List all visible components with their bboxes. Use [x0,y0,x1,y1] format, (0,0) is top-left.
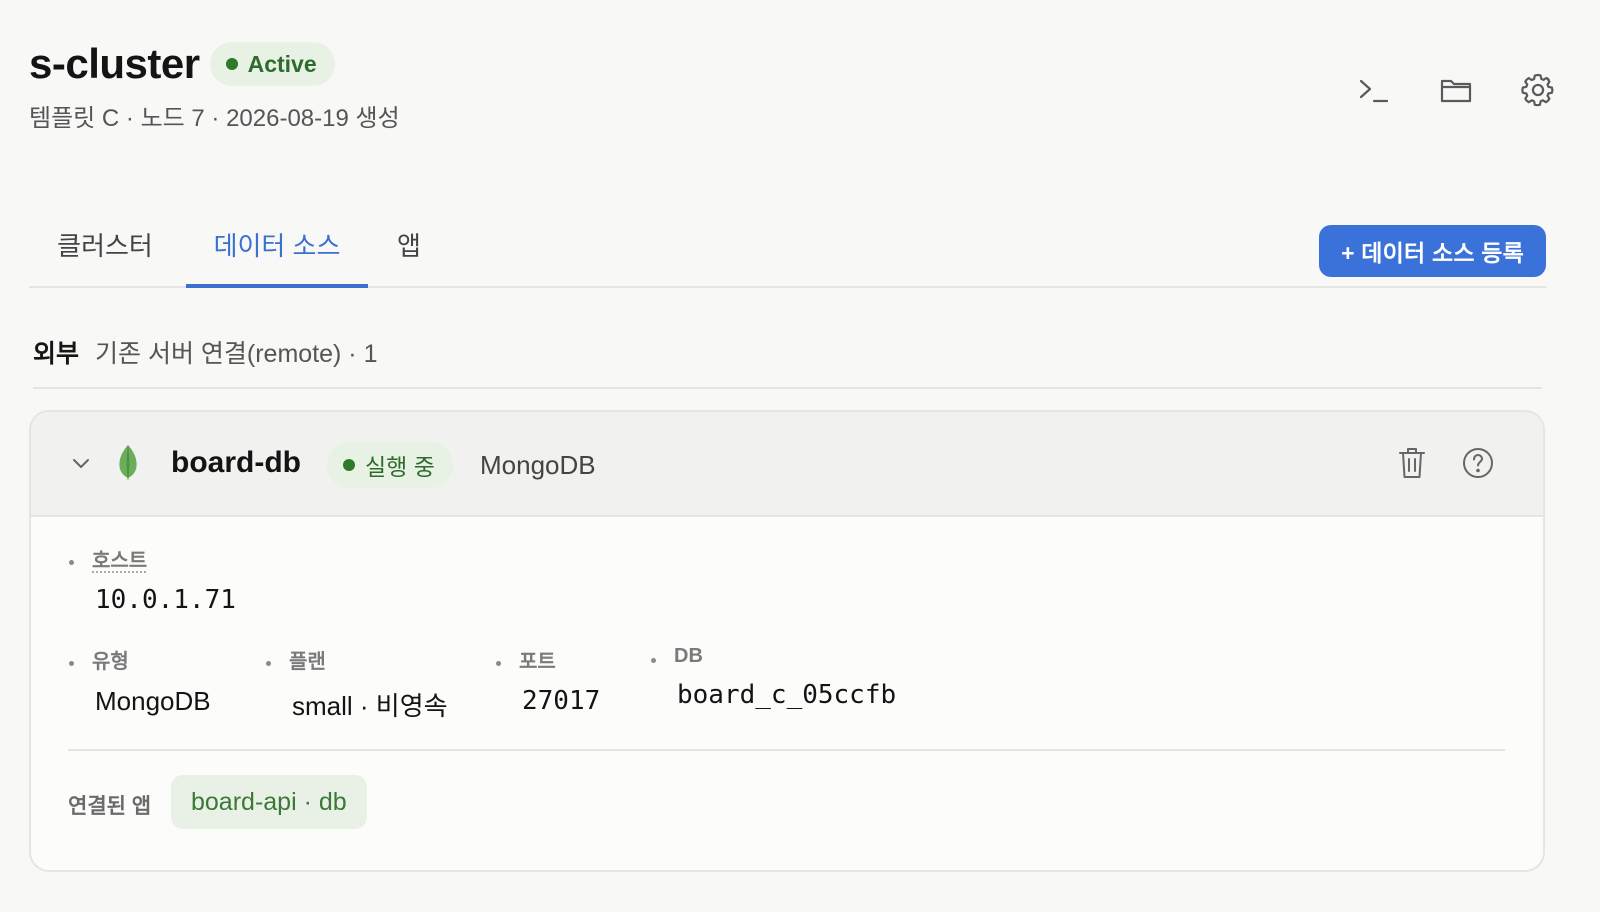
field-port-value: 27017 [522,686,601,716]
field-plan: 플랜 small · 비영속 [266,645,448,723]
trash-icon[interactable] [1397,446,1427,485]
tab-cluster[interactable]: 클러스터 [57,222,153,288]
bullet-icon [69,560,74,565]
field-db-label-text: DB [674,645,703,667]
field-port-label-text: 포트 [519,651,556,673]
field-host-label: 호스트 [69,544,236,573]
status-dot-icon [225,58,238,70]
field-host: 호스트 10.0.1.71 [69,544,236,615]
folder-icon[interactable] [1434,68,1478,112]
bullet-icon [266,661,271,666]
bullet-icon [651,658,656,663]
bullet-icon [496,661,501,666]
bullet-icon [69,661,74,666]
field-port-label: 포트 [496,645,600,674]
terminal-icon[interactable] [1352,68,1396,112]
datasource-card: board-db 실행 중 MongoDB 호스트 10.0.1.71 유형 M… [29,410,1545,872]
field-type: 유형 MongoDB [69,645,211,717]
mongodb-leaf-icon [115,443,141,488]
field-type-label-text: 유형 [92,651,129,673]
field-db-value: board_c_05ccfb [677,680,897,710]
gear-icon[interactable] [1516,68,1560,112]
add-data-source-button[interactable]: + 데이터 소스 등록 [1319,225,1546,277]
field-port: 포트 27017 [496,645,600,716]
tab-apps[interactable]: 앱 [395,222,423,288]
header-actions [1352,68,1560,112]
field-plan-label: 플랜 [266,645,448,674]
linked-apps-label: 연결된 앱 [68,795,152,818]
datasource-card-header[interactable]: board-db 실행 중 MongoDB [31,412,1543,517]
section-description: 기존 서버 연결(remote) · 1 [95,340,378,368]
tab-data-source[interactable]: 데이터 소스 [186,222,368,288]
datasource-name: board-db [171,446,301,479]
cluster-subtitle: 템플릿 C · 노드 7 · 2026-08-19 생성 [29,105,400,132]
status-badge-label: Active [247,50,317,77]
section-divider [33,387,1542,389]
field-type-label: 유형 [69,645,211,674]
title-row: s-cluster Active [29,40,400,88]
field-host-label-text: 호스트 [92,550,148,572]
field-type-value: MongoDB [95,686,211,716]
status-dot-icon [343,459,355,471]
linked-app-chip[interactable]: board-api · db [171,775,367,829]
field-plan-value: small · 비영속 [292,691,448,721]
datasource-status-label: 실행 중 [365,454,435,480]
help-icon[interactable] [1461,446,1495,485]
status-badge: Active [209,42,335,86]
section-header: 외부 기존 서버 연결(remote) · 1 [33,334,378,370]
chevron-down-icon[interactable] [67,450,95,478]
datasource-status-badge: 실행 중 [327,442,453,488]
field-db: DB board_c_05ccfb [651,645,896,710]
field-host-value: 10.0.1.71 [95,585,236,615]
field-db-label: DB [651,645,896,668]
page-title: s-cluster [29,40,200,87]
field-plan-label-text: 플랜 [289,651,326,673]
section-title: 외부 [33,340,80,368]
card-divider [68,749,1505,751]
datasource-type: MongoDB [480,450,596,480]
cluster-header: s-cluster Active 템플릿 C · 노드 7 · 2026-08-… [29,40,400,133]
